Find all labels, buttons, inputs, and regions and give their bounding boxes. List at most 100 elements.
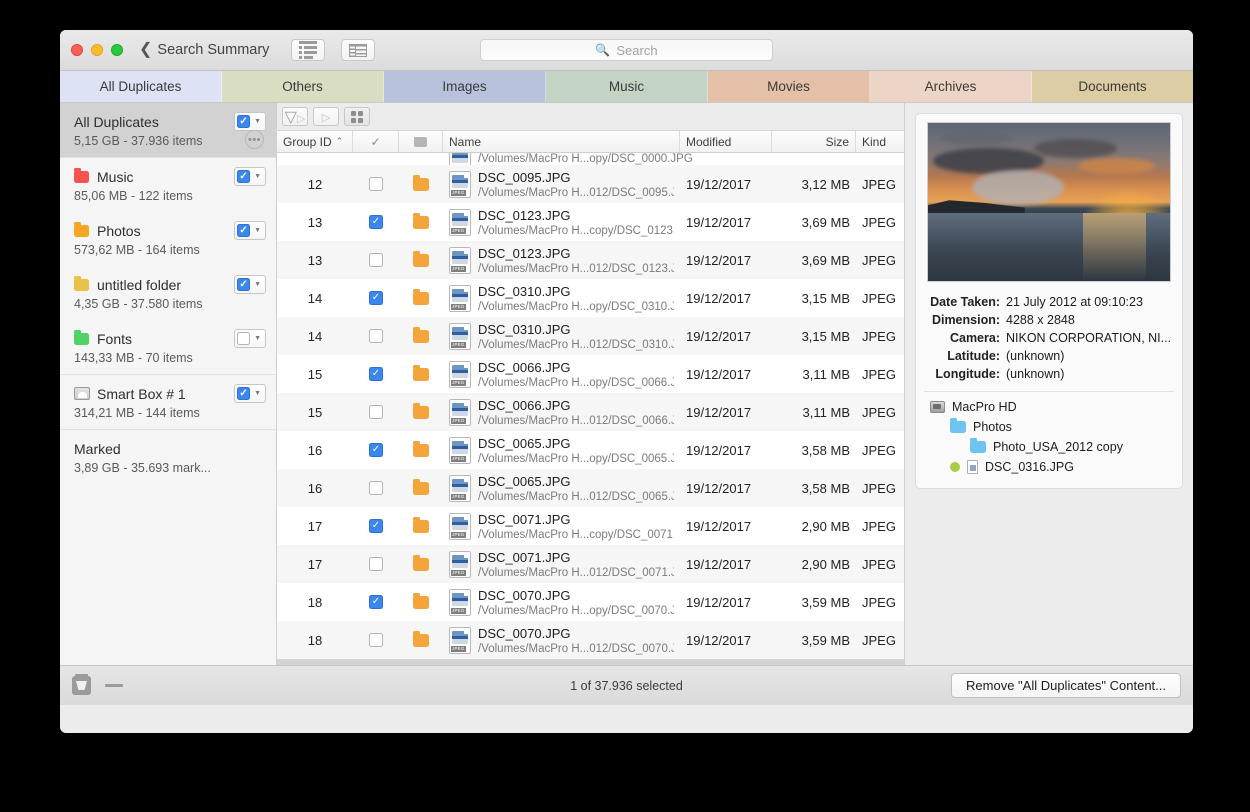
- table-row[interactable]: 14JPEGDSC_0310.JPG/Volumes/MacPro H...op…: [277, 279, 904, 317]
- row-checkbox[interactable]: [369, 177, 383, 191]
- row-checkbox[interactable]: [369, 291, 383, 305]
- tab-all-duplicates[interactable]: All Duplicates: [60, 71, 222, 102]
- sidebar-checkbox-group[interactable]: ▼: [234, 329, 266, 348]
- table-row[interactable]: 14JPEGDSC_0310.JPG/Volumes/MacPro H...01…: [277, 317, 904, 355]
- expand-all-button[interactable]: [313, 107, 339, 126]
- table-row[interactable]: 13JPEGDSC_0123.JPG/Volumes/MacPro H...01…: [277, 241, 904, 279]
- back-button[interactable]: ❮ Search Summary: [139, 42, 269, 58]
- row-checkbox[interactable]: [369, 595, 383, 609]
- path-tree-node[interactable]: Photo_USA_2012 copy: [970, 440, 1174, 454]
- tab-archives[interactable]: Archives: [870, 71, 1032, 102]
- sidebar-item-fonts[interactable]: Fonts▼143,33 MB - 70 items: [60, 320, 276, 374]
- table-row[interactable]: 16JPEGDSC_0065.JPG/Volumes/MacPro H...01…: [277, 469, 904, 507]
- row-checkbox[interactable]: [369, 443, 383, 457]
- row-checkbox[interactable]: [369, 367, 383, 381]
- column-header-kind[interactable]: Kind: [856, 131, 904, 152]
- column-header-group-id[interactable]: Group ID ⌃: [277, 131, 353, 152]
- column-header-folder[interactable]: [399, 131, 443, 152]
- row-checkbox[interactable]: [369, 633, 383, 647]
- cell-check[interactable]: [353, 583, 399, 621]
- chevron-down-icon[interactable]: ▼: [252, 118, 263, 125]
- search-field[interactable]: 🔍 Search: [480, 39, 773, 61]
- table-row[interactable]: 15JPEGDSC_0066.JPG/Volumes/MacPro H...01…: [277, 393, 904, 431]
- collapse-all-button[interactable]: ▽: [282, 107, 308, 126]
- column-header-check[interactable]: ✓: [353, 131, 399, 152]
- table-row[interactable]: 16JPEGDSC_0065.JPG/Volumes/MacPro H...op…: [277, 431, 904, 469]
- chevron-down-icon[interactable]: ▼: [252, 390, 263, 397]
- cell-check[interactable]: [353, 279, 399, 317]
- list-view-button[interactable]: [291, 39, 325, 61]
- tab-others[interactable]: Others: [222, 71, 384, 102]
- sidebar-item-marked[interactable]: Marked3,89 GB - 35.693 mark...: [60, 429, 276, 484]
- column-header-size[interactable]: Size: [772, 131, 856, 152]
- column-header-modified[interactable]: Modified: [680, 131, 772, 152]
- sidebar-checkbox-group[interactable]: ▼: [234, 384, 266, 403]
- cell-check[interactable]: [353, 431, 399, 469]
- sidebar-checkbox-group[interactable]: ▼: [234, 112, 266, 131]
- tab-images[interactable]: Images: [384, 71, 546, 102]
- sidebar-item-photos[interactable]: Photos▼573,62 MB - 164 items: [60, 212, 276, 266]
- row-checkbox[interactable]: [369, 405, 383, 419]
- tab-documents[interactable]: Documents: [1032, 71, 1193, 102]
- row-checkbox[interactable]: [369, 329, 383, 343]
- row-checkbox[interactable]: [369, 215, 383, 229]
- sidebar-checkbox[interactable]: [237, 224, 250, 237]
- cell-folder[interactable]: [399, 393, 443, 431]
- cell-folder[interactable]: [399, 507, 443, 545]
- cell-folder[interactable]: [399, 431, 443, 469]
- cell-folder[interactable]: [399, 317, 443, 355]
- cell-folder[interactable]: [399, 203, 443, 241]
- chevron-down-icon[interactable]: ▼: [252, 335, 263, 342]
- chevron-down-icon[interactable]: ▼: [252, 281, 263, 288]
- cell-check[interactable]: [353, 241, 399, 279]
- sidebar-checkbox-group[interactable]: ▼: [234, 221, 266, 240]
- cell-check[interactable]: [353, 545, 399, 583]
- path-tree-node[interactable]: MacPro HD: [930, 400, 1174, 414]
- table-row[interactable]: 18JPEGDSC_0070.JPG/Volumes/MacPro H...op…: [277, 583, 904, 621]
- cell-folder[interactable]: [399, 165, 443, 203]
- cell-check[interactable]: [353, 469, 399, 507]
- trash-icon[interactable]: [72, 676, 91, 695]
- cell-check[interactable]: [353, 507, 399, 545]
- chevron-down-icon[interactable]: ▼: [252, 227, 263, 234]
- row-checkbox[interactable]: [369, 481, 383, 495]
- cell-folder[interactable]: [399, 241, 443, 279]
- cell-folder[interactable]: [399, 545, 443, 583]
- sidebar-checkbox[interactable]: [237, 387, 250, 400]
- cell-check[interactable]: [353, 393, 399, 431]
- sidebar-item-untitled-folder[interactable]: untitled folder▼4,35 GB - 37.580 items: [60, 266, 276, 320]
- row-checkbox[interactable]: [369, 519, 383, 533]
- path-tree-node[interactable]: Photos: [950, 420, 1174, 434]
- cell-folder[interactable]: [399, 621, 443, 659]
- column-header-name[interactable]: Name: [443, 131, 680, 152]
- sidebar-item-music[interactable]: Music▼85,06 MB - 122 items: [60, 157, 276, 212]
- sidebar-checkbox-group[interactable]: ▼: [234, 167, 266, 186]
- split-view-button[interactable]: [341, 39, 375, 61]
- more-options-icon[interactable]: •••: [245, 130, 264, 149]
- tab-music[interactable]: Music: [546, 71, 708, 102]
- sidebar-item-smart-box-1[interactable]: Smart Box # 1▼314,21 MB - 144 items: [60, 374, 276, 429]
- table-row[interactable]: 18JPEGDSC_0070.JPG/Volumes/MacPro H...01…: [277, 621, 904, 659]
- table-row[interactable]: 17JPEGDSC_0071.JPG/Volumes/MacPro H...co…: [277, 507, 904, 545]
- table-row-partial[interactable]: JPEG/Volumes/MacPro H...opy/DSC_0000.JPG: [277, 153, 904, 165]
- sidebar-checkbox[interactable]: [237, 115, 250, 128]
- remove-content-button[interactable]: Remove "All Duplicates" Content...: [951, 673, 1181, 698]
- table-row[interactable]: 15JPEGDSC_0066.JPG/Volumes/MacPro H...op…: [277, 355, 904, 393]
- minimize-button[interactable]: [91, 44, 103, 56]
- close-button[interactable]: [71, 44, 83, 56]
- sidebar-checkbox[interactable]: [237, 332, 250, 345]
- zoom-button[interactable]: [111, 44, 123, 56]
- table-row[interactable]: 12JPEGDSC_0095.JPG/Volumes/MacPro H...01…: [277, 165, 904, 203]
- sidebar-checkbox[interactable]: [237, 170, 250, 183]
- cell-folder[interactable]: [399, 279, 443, 317]
- grid-view-button[interactable]: [344, 107, 370, 126]
- cell-folder[interactable]: [399, 583, 443, 621]
- cell-folder[interactable]: [399, 469, 443, 507]
- path-tree-node[interactable]: DSC_0316.JPG: [950, 460, 1174, 474]
- cell-check[interactable]: [353, 621, 399, 659]
- cell-check[interactable]: [353, 165, 399, 203]
- cell-folder[interactable]: [399, 355, 443, 393]
- tab-movies[interactable]: Movies: [708, 71, 870, 102]
- table-body[interactable]: JPEG/Volumes/MacPro H...opy/DSC_0000.JPG…: [277, 153, 904, 665]
- sidebar-checkbox[interactable]: [237, 278, 250, 291]
